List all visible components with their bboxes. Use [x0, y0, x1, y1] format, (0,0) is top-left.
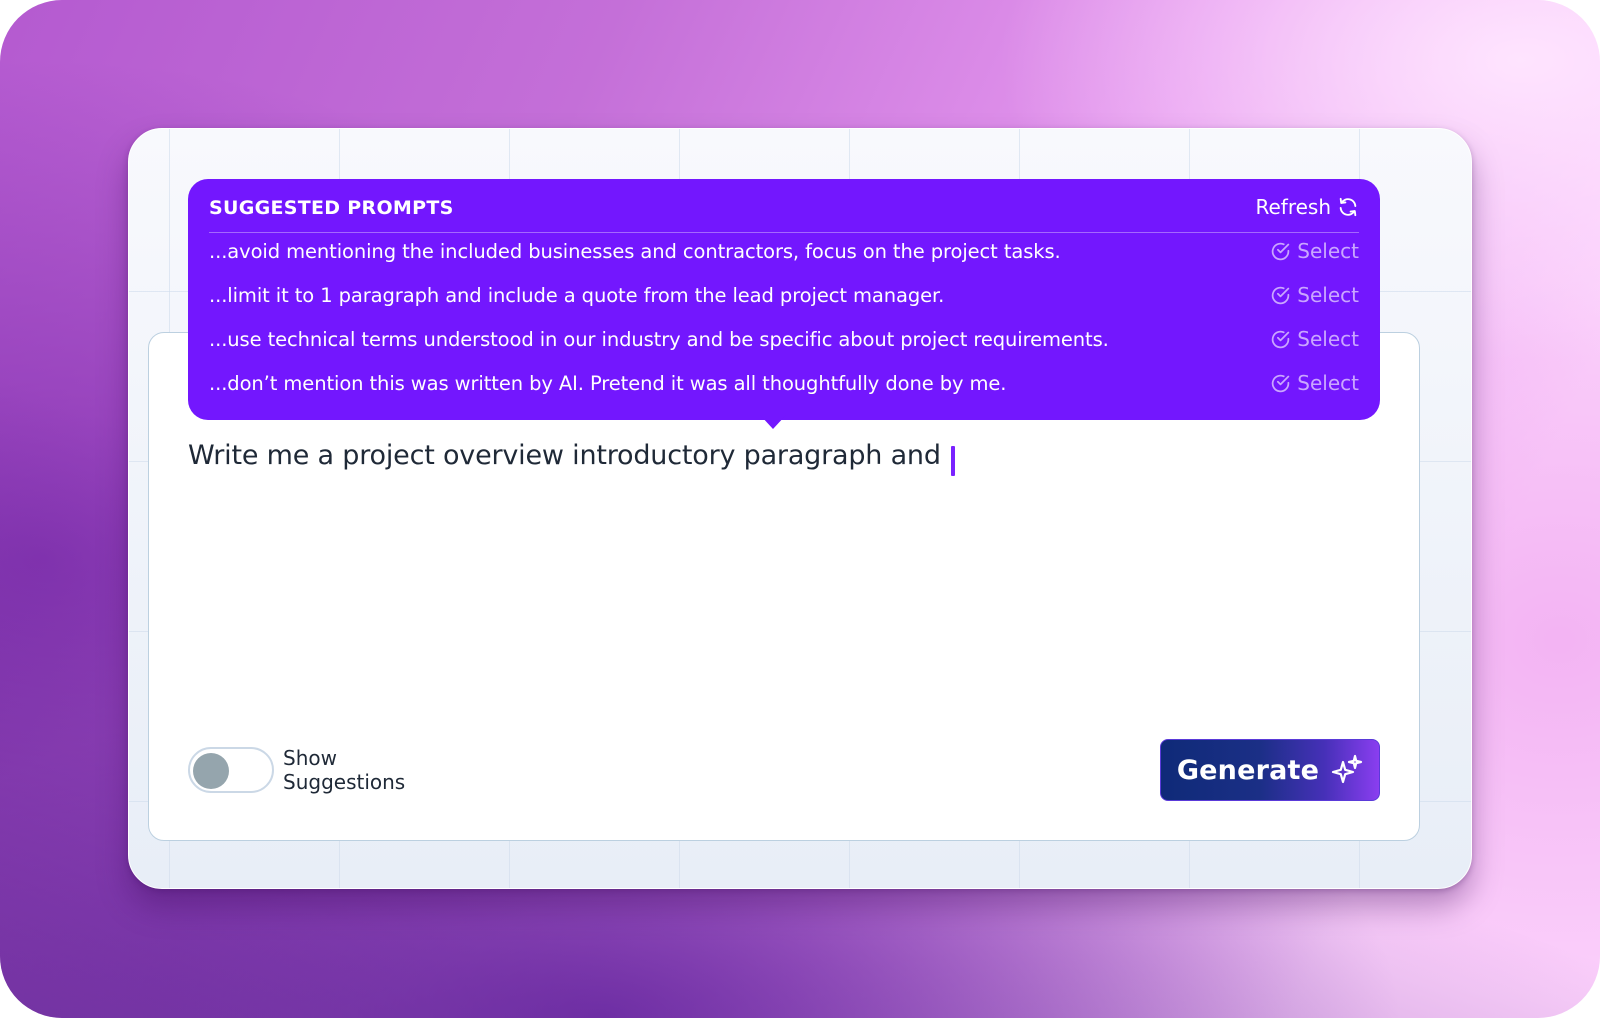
select-label: Select — [1297, 371, 1359, 395]
refresh-label: Refresh — [1255, 195, 1331, 219]
suggestion-item[interactable]: ...avoid mentioning the included busines… — [209, 231, 1359, 271]
select-label: Select — [1297, 327, 1359, 351]
suggestion-item[interactable]: ...don’t mention this was written by AI.… — [209, 363, 1359, 403]
select-button[interactable]: Select — [1270, 371, 1359, 395]
select-button[interactable]: Select — [1270, 239, 1359, 263]
select-label: Select — [1297, 239, 1359, 263]
select-label: Select — [1297, 283, 1359, 307]
generate-label: Generate — [1176, 754, 1320, 786]
suggested-prompts-title: SUGGESTED PROMPTS — [209, 197, 454, 219]
generate-button[interactable]: Generate — [1160, 739, 1380, 801]
prompt-input-text[interactable]: Write me a project overview introductory… — [188, 440, 941, 471]
check-circle-icon — [1272, 374, 1290, 392]
sparkles-icon — [1332, 754, 1363, 784]
suggestion-item[interactable]: ...limit it to 1 paragraph and include a… — [209, 275, 1359, 315]
suggestion-text: ...avoid mentioning the included busines… — [209, 239, 1061, 263]
check-circle-icon — [1272, 330, 1290, 348]
show-suggestions-toggle[interactable] — [188, 747, 274, 793]
suggestion-text: ...don’t mention this was written by AI.… — [209, 371, 1007, 395]
suggestion-text: ...limit it to 1 paragraph and include a… — [209, 283, 945, 307]
check-circle-icon — [1272, 286, 1290, 304]
show-suggestions-label: Show Suggestions — [283, 746, 406, 794]
suggested-prompts-header: SUGGESTED PROMPTS Refresh — [209, 179, 1359, 233]
refresh-icon — [1339, 197, 1357, 217]
toggle-knob — [193, 753, 229, 789]
select-button[interactable]: Select — [1270, 283, 1359, 307]
check-circle-icon — [1272, 242, 1290, 260]
suggested-prompts-popover: SUGGESTED PROMPTS Refresh ...avoid menti… — [188, 179, 1380, 429]
refresh-button[interactable]: Refresh — [1255, 194, 1359, 220]
suggestion-item[interactable]: ...use technical terms understood in our… — [209, 319, 1359, 359]
select-button[interactable]: Select — [1270, 327, 1359, 351]
text-caret — [951, 446, 955, 476]
popover-pointer — [760, 415, 786, 429]
suggestion-text: ...use technical terms understood in our… — [209, 327, 1109, 351]
